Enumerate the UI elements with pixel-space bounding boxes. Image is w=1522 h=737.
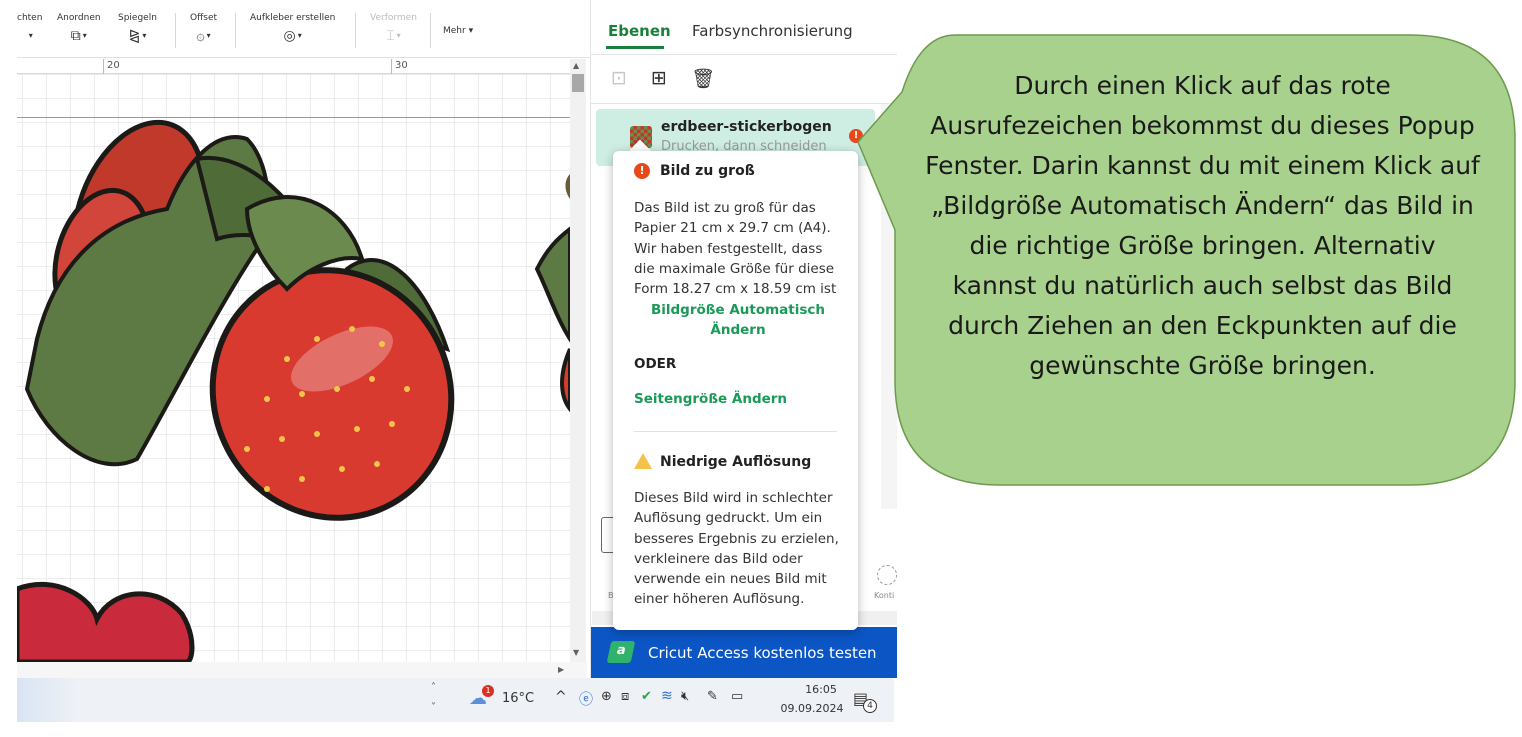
group-icon[interactable]: ⊡: [611, 67, 627, 89]
error-icon: !: [634, 163, 650, 179]
lowres-title: Niedrige Auflösung: [660, 454, 812, 470]
heart-sticker: [17, 582, 195, 662]
sticker-label: Aufkleber erstellen: [250, 13, 336, 23]
toolbar-partial-button[interactable]: chten ▾: [17, 13, 42, 44]
weather-temperature[interactable]: 16°C: [502, 691, 534, 706]
warp-button[interactable]: Verformen ⌶ ▾: [370, 13, 417, 44]
strawberry-partial-right: [534, 226, 570, 343]
arrange-button[interactable]: Anordnen ⧉ ▾: [57, 13, 101, 44]
taskbar-start-area[interactable]: [17, 678, 77, 722]
lowres-description: Dieses Bild wird in schlechter Auflösung…: [634, 490, 839, 608]
scroll-down-icon[interactable]: ▼: [573, 648, 579, 657]
cricut-access-banner[interactable]: a Cricut Access kostenlos testen: [591, 627, 897, 678]
toolbar: chten ▾ Anordnen ⧉ ▾ Spiegeln ⧎ ▾ Offset ۞…: [17, 0, 590, 58]
wifi-icon[interactable]: ≋: [661, 688, 673, 704]
warning-icon: [634, 453, 652, 469]
screen: chten ▾ Anordnen ⧉ ▾ Spiegeln ⧎ ▾ Offset ۞…: [0, 0, 1522, 737]
warp-label: Verformen: [370, 13, 417, 23]
cricut-access-logo-icon: a: [606, 641, 636, 663]
more-button[interactable]: Mehr ▾: [443, 26, 473, 36]
page-size-link[interactable]: Seitengröße Ändern: [634, 391, 787, 407]
windows-taskbar: ˄ ˅ ☁ 1 16°C ^ ⓔ ⊕ ⧈ ✔ ≋ 🔇︎ ✎ ▭ 16:05 09…: [17, 678, 894, 722]
callout-text: Durch einen Klick auf das rote Ausrufeze…: [925, 71, 1480, 380]
strawberry-partial-right-fruit: [560, 348, 570, 413]
mirror-label: Spiegeln: [118, 13, 157, 23]
warp-icon: ⌶ ▾: [386, 28, 401, 44]
error-title: Bild zu groß: [660, 163, 755, 179]
auto-resize-link[interactable]: Bildgröße Automatisch Ändern: [634, 300, 842, 341]
contour-label: Konti: [874, 591, 895, 600]
cricut-access-text: Cricut Access kostenlos testen: [648, 644, 877, 662]
toolbar-divider: [355, 13, 356, 48]
tab-ebenen[interactable]: Ebenen: [608, 22, 671, 40]
more-label: Mehr: [443, 26, 466, 36]
sticker-button[interactable]: Aufkleber erstellen ◎ ▾: [250, 13, 335, 44]
offset-button[interactable]: Offset ۞ ▾: [190, 13, 217, 44]
contour-icon[interactable]: [877, 565, 897, 585]
error-description: Das Bild ist zu groß für das Papier 21 c…: [634, 200, 837, 298]
battery-icon[interactable]: ▭: [731, 689, 743, 704]
popup-divider: [634, 431, 837, 432]
warnings-popup: ! Bild zu groß Das Bild ist zu groß für …: [613, 151, 858, 630]
app-tray-icon[interactable]: ⊕: [601, 689, 612, 704]
canvas-horizontal-scrollbar[interactable]: [17, 662, 587, 678]
speaker-muted-icon[interactable]: 🔇︎: [681, 689, 689, 704]
chevron-up-icon[interactable]: ˄: [431, 682, 436, 693]
toolbar-divider: [235, 13, 236, 48]
tray-overflow-icon[interactable]: ^: [555, 689, 567, 705]
mirror-icon: ⧎ ▾: [128, 28, 147, 44]
duplicate-icon[interactable]: ⊞: [651, 67, 667, 89]
chevron-down-icon: ▾: [28, 31, 33, 40]
mirror-button[interactable]: Spiegeln ⧎ ▾: [118, 13, 157, 44]
canvas-scroll-thumb[interactable]: [572, 74, 584, 92]
layer-name: erdbeer-stickerbogen: [661, 119, 832, 135]
offset-label: Offset: [190, 13, 218, 23]
scroll-right-icon[interactable]: ▶: [558, 665, 564, 674]
or-label: ODER: [634, 356, 677, 372]
pen-icon[interactable]: ✎: [707, 689, 718, 704]
clock-date[interactable]: 09.09.2024: [777, 702, 847, 715]
chevron-down-icon[interactable]: ˅: [431, 702, 436, 713]
sticker-icon: ◎ ▾: [283, 28, 302, 44]
toolbar-divider: [175, 13, 176, 48]
toolbar-divider: [430, 13, 431, 48]
strawberry-sticker-artwork[interactable]: [17, 59, 570, 662]
toolbar-partial-label: chten: [17, 13, 43, 23]
offset-icon: ۞ ▾: [196, 28, 211, 44]
canvas-vertical-scrollbar[interactable]: [570, 59, 586, 662]
arrange-label: Anordnen: [57, 13, 101, 23]
device-tray-icon[interactable]: ⧈: [621, 689, 629, 704]
arrange-icon: ⧉ ▾: [70, 28, 87, 44]
scroll-up-icon[interactable]: ▲: [573, 61, 579, 70]
weather-badge: 1: [482, 685, 494, 697]
edge-icon[interactable]: ⓔ: [579, 689, 593, 709]
chevron-down-icon: ▾: [465, 26, 474, 36]
trash-icon[interactable]: 🗑︎: [691, 67, 715, 90]
active-tab-indicator: [606, 46, 664, 49]
clock-time[interactable]: 16:05: [791, 683, 851, 696]
notification-count: 4: [863, 699, 877, 713]
check-tray-icon[interactable]: ✔: [641, 689, 652, 704]
tab-farbsynchronisierung[interactable]: Farbsynchronisierung: [692, 22, 853, 40]
